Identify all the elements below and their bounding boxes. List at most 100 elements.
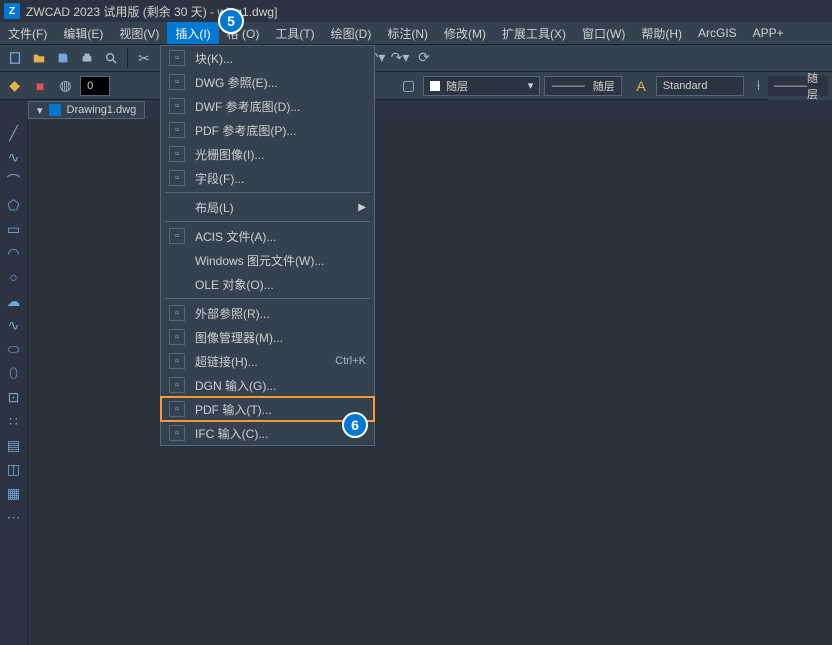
menu-item-label: 超链接(H)... xyxy=(195,353,325,370)
table-tool[interactable]: ▦ xyxy=(5,484,23,502)
menu-item-dwge[interactable]: ▫DWG 参照(E)... xyxy=(161,70,374,94)
blk-icon: ▫ xyxy=(169,50,185,66)
menu-12[interactable]: ArcGIS xyxy=(690,22,745,44)
blank-icon xyxy=(169,276,185,292)
color-swatch[interactable]: 0 xyxy=(80,76,110,96)
menu-item-label: ACIS 文件(A)... xyxy=(195,228,366,245)
new-file-button[interactable] xyxy=(4,47,26,69)
layer-toolbar: ◆ ■ ◍ 0 ▢ 随层▾ ———随层 A Standard ⟊ ISO-25 xyxy=(0,72,832,100)
menu-0[interactable]: 文件(F) xyxy=(0,22,55,44)
more-tool[interactable]: ⋯ xyxy=(5,508,23,526)
menu-item-m[interactable]: ▫ 图像管理器(M)... xyxy=(161,325,374,349)
aci-icon: ▫ xyxy=(169,228,185,244)
imm-icon: ▫ xyxy=(169,329,185,345)
menu-item-i[interactable]: ▫光栅图像(I)... xyxy=(161,142,374,166)
menu-item-label: Windows 图元文件(W)... xyxy=(195,252,366,269)
ifc-icon: ▫ xyxy=(169,425,185,441)
menu-3[interactable]: 插入(I) xyxy=(167,22,218,44)
ellipse-tool[interactable]: ⬭ xyxy=(5,340,23,358)
menu-item-label: 光栅图像(I)... xyxy=(195,146,366,163)
menu-8[interactable]: 修改(M) xyxy=(436,22,494,44)
lnk-icon: ▫ xyxy=(169,353,185,369)
menu-separator xyxy=(165,221,370,222)
menu-11[interactable]: 帮助(H) xyxy=(633,22,690,44)
fld-icon: ▫ xyxy=(169,170,185,186)
menu-item-oleo[interactable]: OLE 对象(O)... xyxy=(161,272,374,296)
pdf-icon: ▫ xyxy=(169,122,185,138)
drawing-canvas[interactable] xyxy=(28,120,832,645)
main-area: ╱ ∿ ⌒ ⬠ ▭ ◠ ○ ☁ ∿ ⬭ ⬯ ⊡ ∷ ▤ ◫ ▦ ⋯ xyxy=(0,120,832,645)
menu-7[interactable]: 标注(N) xyxy=(379,22,436,44)
menu-5[interactable]: 工具(T) xyxy=(267,22,322,44)
rectangle-tool[interactable]: ▭ xyxy=(5,220,23,238)
document-tab[interactable]: ▾ Drawing1.dwg xyxy=(28,101,145,119)
menu-bar: 文件(F)编辑(E)视图(V)插入(I)格 (O)工具(T)绘图(D)标注(N)… xyxy=(0,22,832,44)
pdf-icon: ▫ xyxy=(169,401,185,417)
tab-label: Drawing1.dwg xyxy=(67,104,137,116)
menu-item-r[interactable]: ▫外部参照(R)... xyxy=(161,301,374,325)
submenu-arrow-icon: ▶ xyxy=(358,202,366,213)
point-tool[interactable]: ∷ xyxy=(5,412,23,430)
separator xyxy=(127,48,128,68)
menu-item-label: PDF 输入(T)... xyxy=(195,401,366,418)
linetype-combo[interactable]: ———随层 xyxy=(544,76,622,96)
tool-button[interactable]: ◍ xyxy=(55,75,76,97)
ellipse-arc-tool[interactable]: ⬯ xyxy=(5,364,23,382)
blank-icon xyxy=(169,199,185,215)
print-button[interactable] xyxy=(76,47,98,69)
menu-1[interactable]: 编辑(E) xyxy=(55,22,111,44)
document-tabs: ▾ Drawing1.dwg xyxy=(0,100,832,120)
block-tool[interactable]: ⊡ xyxy=(5,388,23,406)
preview-button[interactable] xyxy=(100,47,122,69)
menu-item-label: 块(K)... xyxy=(195,50,366,67)
arc-tool[interactable]: ⌒ xyxy=(5,172,23,190)
menu-item-l[interactable]: 布局(L)▶ xyxy=(161,195,374,219)
dimstyle-icon[interactable]: ⟊ xyxy=(748,75,769,97)
menu-item-label: 图像管理器(M)... xyxy=(195,329,366,346)
redo-button[interactable]: ↷▾ xyxy=(389,46,411,68)
annotation-callout-6: 6 xyxy=(342,412,368,438)
menu-10[interactable]: 窗口(W) xyxy=(574,22,633,44)
menu-item-pdft[interactable]: ▫ PDF 输入(T)... xyxy=(161,397,374,421)
draw-toolbar: ╱ ∿ ⌒ ⬠ ▭ ◠ ○ ☁ ∿ ⬭ ⬯ ⊡ ∷ ▤ ◫ ▦ ⋯ xyxy=(0,120,28,645)
polygon-tool[interactable]: ⬠ xyxy=(5,196,23,214)
line-tool[interactable]: ╱ xyxy=(5,124,23,142)
tool-button[interactable]: ⟳ xyxy=(413,46,435,68)
menu-separator xyxy=(165,298,370,299)
layer-combo[interactable]: 随层▾ xyxy=(423,76,540,96)
menu-item-label: DWF 参考底图(D)... xyxy=(195,98,366,115)
menu-item-dgng[interactable]: ▫DGN 输入(G)... xyxy=(161,373,374,397)
menu-item-h[interactable]: ▫超链接(H)...Ctrl+K xyxy=(161,349,374,373)
title-bar: Z ZWCAD 2023 试用版 (剩余 30 天) - wing1.dwg] xyxy=(0,0,832,22)
layer-icon[interactable]: ▢ xyxy=(398,75,419,97)
menu-item-f[interactable]: ▫ 字段(F)... xyxy=(161,166,374,190)
region-tool[interactable]: ◫ xyxy=(5,460,23,478)
arc2-tool[interactable]: ◠ xyxy=(5,244,23,262)
menu-6[interactable]: 绘图(D) xyxy=(323,22,380,44)
lineweight-combo[interactable]: ——— 随层 xyxy=(768,76,828,96)
polyline-tool[interactable]: ∿ xyxy=(5,148,23,166)
spline-tool[interactable]: ∿ xyxy=(5,316,23,334)
cloud-tool[interactable]: ☁ xyxy=(5,292,23,310)
chevron-down-icon: ▾ xyxy=(37,104,43,117)
menu-2[interactable]: 视图(V) xyxy=(111,22,167,44)
menu-9[interactable]: 扩展工具(X) xyxy=(494,22,574,44)
menu-13[interactable]: APP+ xyxy=(745,22,792,44)
color-button[interactable]: ■ xyxy=(29,75,50,97)
menu-item-pdfp[interactable]: ▫PDF 参考底图(P)... xyxy=(161,118,374,142)
textstyle-icon[interactable]: A xyxy=(630,75,651,97)
menu-item-windowsw[interactable]: Windows 图元文件(W)... xyxy=(161,248,374,272)
menu-separator xyxy=(165,192,370,193)
cut-button[interactable]: ✂ xyxy=(133,47,155,69)
dgn-icon: ▫ xyxy=(169,377,185,393)
menu-item-acisa[interactable]: ▫ ACIS 文件(A)... xyxy=(161,224,374,248)
textstyle-combo[interactable]: Standard xyxy=(656,76,744,96)
circle-tool[interactable]: ○ xyxy=(5,268,23,286)
menu-item-dwfd[interactable]: ▫DWF 参考底图(D)... xyxy=(161,94,374,118)
open-file-button[interactable] xyxy=(28,47,50,69)
menu-item-k[interactable]: ▫ 块(K)... xyxy=(161,46,374,70)
hatch-tool[interactable]: ▤ xyxy=(5,436,23,454)
save-button[interactable] xyxy=(52,47,74,69)
menu-item-label: 字段(F)... xyxy=(195,170,366,187)
layer-button[interactable]: ◆ xyxy=(4,75,25,97)
